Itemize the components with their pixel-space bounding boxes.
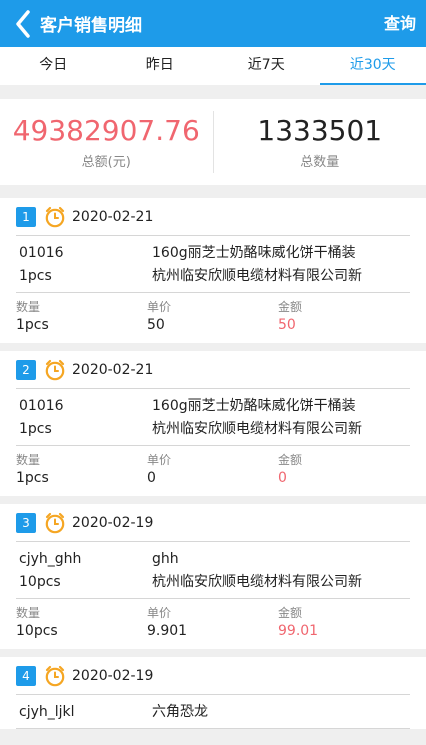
record-date: 2020-02-19 xyxy=(72,667,154,684)
amount-value: 99.01 xyxy=(278,623,319,639)
sales-record-card[interactable]: 1 2020-02-21 01016 160g丽芝士奶酪味威化饼干桶装 1pcs… xyxy=(0,198,426,343)
record-date: 2020-02-21 xyxy=(72,208,154,225)
amount-label: 金额 xyxy=(278,606,303,620)
unit-quantity: 1pcs xyxy=(19,421,52,437)
record-info: cjyh_ghh ghh 10pcs 杭州临安欣顺电缆材料有限公司新 xyxy=(16,542,410,599)
sales-record-card[interactable]: 2 2020-02-21 01016 160g丽芝士奶酪味威化饼干桶装 1pcs… xyxy=(0,351,426,496)
record-index-badge: 4 xyxy=(16,665,36,686)
total-quantity-block: 1333501 总数量 xyxy=(214,99,426,185)
sales-record-card[interactable]: 4 2020-02-19 cjyh_ljkl 六角恐龙 xyxy=(0,657,426,729)
customer-name: 杭州临安欣顺电缆材料有限公司新 xyxy=(152,268,362,284)
total-amount-block: 49382907.76 总额(元) xyxy=(0,99,213,185)
alarm-clock-icon xyxy=(45,359,65,380)
total-quantity-label: 总数量 xyxy=(300,154,340,170)
unit-price-value: 9.901 xyxy=(147,623,188,639)
amount-value: 50 xyxy=(278,317,296,333)
record-info: 01016 160g丽芝士奶酪味威化饼干桶装 1pcs 杭州临安欣顺电缆材料有限… xyxy=(16,236,410,293)
amount-value: 0 xyxy=(278,470,287,486)
unit-price-label: 单价 xyxy=(147,453,172,467)
record-date: 2020-02-21 xyxy=(72,361,154,378)
top-app-bar: 客户销售明细 查询 xyxy=(0,0,426,47)
record-index-badge: 1 xyxy=(16,206,36,227)
quantity-label: 数量 xyxy=(16,606,41,620)
unit-price-value: 0 xyxy=(147,470,156,486)
record-date: 2020-02-19 xyxy=(72,514,154,531)
record-figures: 数量 1pcs 单价 50 金额 50 xyxy=(16,293,410,343)
product-code: 01016 xyxy=(19,398,64,414)
date-range-tabs: 今日 昨日 近7天 近30天 xyxy=(0,47,426,85)
product-code: 01016 xyxy=(19,245,64,261)
sales-summary: 49382907.76 总额(元) 1333501 总数量 xyxy=(0,99,426,185)
customer-name: 杭州临安欣顺电缆材料有限公司新 xyxy=(152,574,362,590)
product-name: 160g丽芝士奶酪味威化饼干桶装 xyxy=(152,245,356,261)
alarm-clock-icon xyxy=(45,206,65,227)
unit-price-label: 单价 xyxy=(147,300,172,314)
product-name: 六角恐龙 xyxy=(152,704,208,720)
product-name: ghh xyxy=(152,551,179,567)
record-figures: 数量 1pcs 单价 0 金额 0 xyxy=(16,446,410,496)
unit-quantity: 10pcs xyxy=(19,574,61,590)
quantity-value: 1pcs xyxy=(16,317,49,333)
record-header: 3 2020-02-19 xyxy=(16,504,410,542)
customer-name: 杭州临安欣顺电缆材料有限公司新 xyxy=(152,421,362,437)
product-code: cjyh_ghh xyxy=(19,551,82,567)
quantity-label: 数量 xyxy=(16,453,41,467)
alarm-clock-icon xyxy=(45,665,65,686)
total-amount-value: 49382907.76 xyxy=(12,113,200,147)
tab-last-30-days[interactable]: 近30天 xyxy=(319,47,426,85)
page-title: 客户销售明细 xyxy=(40,16,142,36)
record-header: 1 2020-02-21 xyxy=(16,198,410,236)
unit-price-label: 单价 xyxy=(147,606,172,620)
back-arrow-icon[interactable] xyxy=(8,0,38,47)
record-figures: 数量 10pcs 单价 9.901 金额 99.01 xyxy=(16,599,410,649)
tab-today[interactable]: 今日 xyxy=(0,47,107,85)
quantity-value: 1pcs xyxy=(16,470,49,486)
record-index-badge: 3 xyxy=(16,512,36,533)
alarm-clock-icon xyxy=(45,512,65,533)
record-info: 01016 160g丽芝士奶酪味威化饼干桶装 1pcs 杭州临安欣顺电缆材料有限… xyxy=(16,389,410,446)
bottom-spacer xyxy=(0,735,426,745)
record-info: cjyh_ljkl 六角恐龙 xyxy=(16,695,410,729)
tab-yesterday[interactable]: 昨日 xyxy=(107,47,214,85)
amount-label: 金额 xyxy=(278,300,303,314)
record-header: 4 2020-02-19 xyxy=(16,657,410,695)
total-amount-label: 总额(元) xyxy=(81,154,131,170)
quantity-value: 10pcs xyxy=(16,623,58,639)
product-code: cjyh_ljkl xyxy=(19,704,75,720)
amount-label: 金额 xyxy=(278,453,303,467)
sales-record-list: 1 2020-02-21 01016 160g丽芝士奶酪味威化饼干桶装 1pcs… xyxy=(0,198,426,737)
total-quantity-value: 1333501 xyxy=(257,113,383,147)
query-button[interactable]: 查询 xyxy=(384,0,416,47)
product-name: 160g丽芝士奶酪味威化饼干桶装 xyxy=(152,398,356,414)
sales-record-card[interactable]: 3 2020-02-19 cjyh_ghh ghh 10pcs 杭州临安欣顺电缆… xyxy=(0,504,426,649)
tab-last-7-days[interactable]: 近7天 xyxy=(213,47,320,85)
record-header: 2 2020-02-21 xyxy=(16,351,410,389)
quantity-label: 数量 xyxy=(16,300,41,314)
record-index-badge: 2 xyxy=(16,359,36,380)
unit-price-value: 50 xyxy=(147,317,165,333)
unit-quantity: 1pcs xyxy=(19,268,52,284)
